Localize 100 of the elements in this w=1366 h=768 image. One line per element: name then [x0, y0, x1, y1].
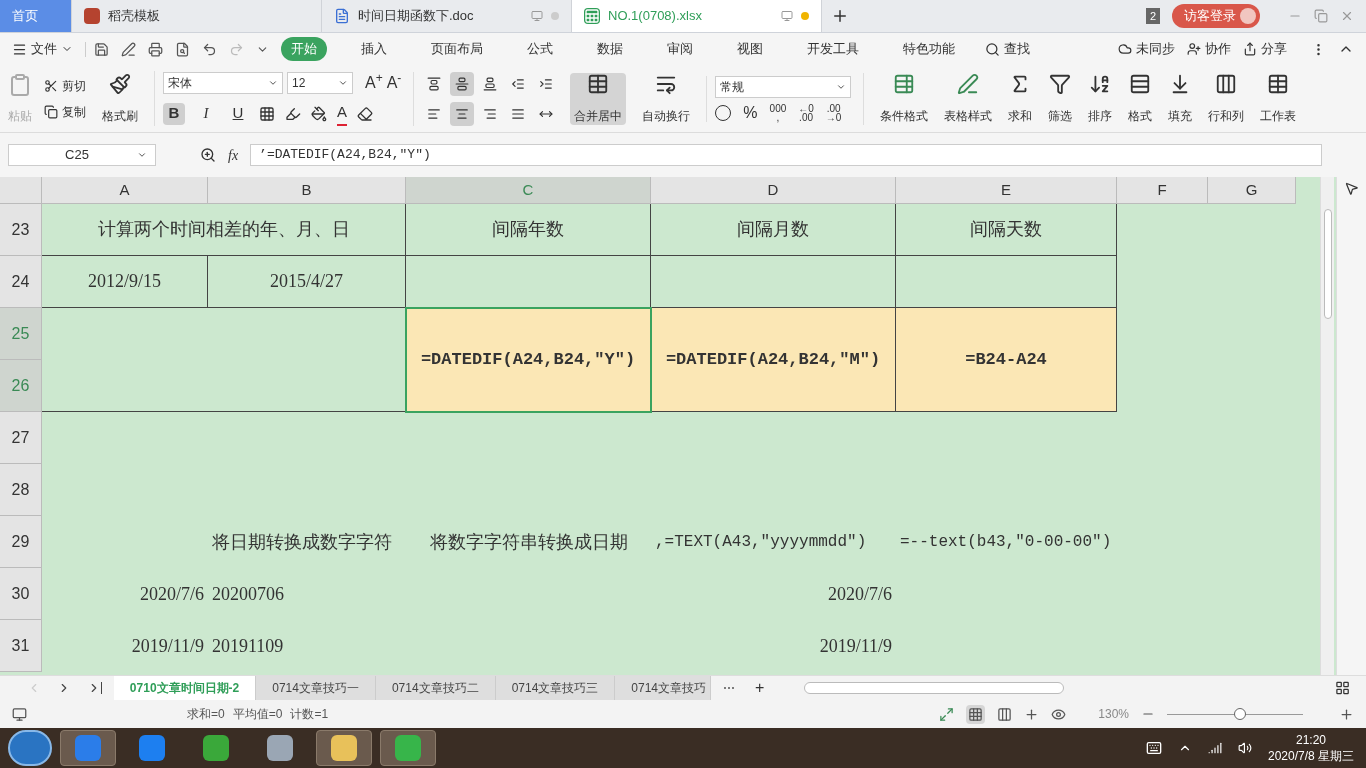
taskbar-app[interactable]: [380, 730, 436, 766]
zoom-slider[interactable]: [1167, 708, 1303, 720]
toolbar-button[interactable]: 未同步: [1118, 39, 1175, 59]
font-color-button[interactable]: A: [337, 101, 347, 126]
page-view-icon[interactable]: [997, 706, 1013, 722]
row-header[interactable]: 23: [0, 204, 42, 256]
ribbon-button[interactable]: 筛选: [1044, 72, 1077, 125]
sheet-tab[interactable]: 0714文章技巧三: [495, 676, 616, 700]
file-menu[interactable]: 文件: [12, 39, 73, 59]
ribbon-button[interactable]: 填充: [1164, 72, 1197, 125]
menu-tab[interactable]: 公式: [517, 37, 563, 61]
table-cell[interactable]: ,=TEXT(A43,"yyyymmdd"): [651, 516, 896, 568]
sheet-tab[interactable]: 0714文章技巧一: [256, 676, 376, 700]
column-header[interactable]: E: [896, 177, 1117, 204]
table-cell[interactable]: 2020/7/6: [651, 568, 896, 620]
cut-button[interactable]: 剪切: [44, 76, 86, 95]
zoom-in-icon[interactable]: [1339, 706, 1354, 722]
column-header[interactable]: D: [651, 177, 896, 204]
ribbon-button[interactable]: 排序: [1084, 72, 1117, 125]
align-button[interactable]: [450, 71, 475, 96]
format-button[interactable]: U: [227, 102, 249, 125]
name-box[interactable]: C25: [8, 144, 156, 166]
ribbon-button[interactable]: 条件格式: [876, 72, 933, 125]
speaker-icon[interactable]: [1237, 741, 1252, 755]
table-cell[interactable]: =--text(b43,"0-00-00"): [896, 516, 1117, 568]
table-cell[interactable]: 20200706: [208, 568, 406, 620]
column-header[interactable]: F: [1117, 177, 1208, 204]
table-cell[interactable]: 间隔月数: [651, 204, 896, 256]
formula-input[interactable]: ’=DATEDIF(A24,B24,"Y"): [250, 144, 1322, 166]
taskbar-app[interactable]: [316, 730, 372, 766]
borders-icon[interactable]: [259, 105, 275, 122]
row-header[interactable]: 28: [0, 464, 42, 516]
table-cell[interactable]: 2019/11/9: [651, 620, 896, 672]
zoom-icon[interactable]: [200, 147, 216, 163]
table-cell[interactable]: =B24-A24: [896, 308, 1117, 412]
table-cell[interactable]: 计算两个时间相差的年、月、日: [42, 204, 406, 256]
font-dropdown[interactable]: 宋体: [163, 72, 283, 95]
table-cell[interactable]: =DATEDIF(A24,B24,"Y"): [406, 308, 651, 412]
sheet-tab[interactable]: 0714文章技巧二: [375, 676, 496, 700]
format-button[interactable]: I: [195, 102, 217, 125]
ribbon-button[interactable]: 行和列: [1204, 72, 1249, 125]
print-icon[interactable]: [148, 41, 163, 57]
table-cell[interactable]: 间隔年数: [406, 204, 651, 256]
toolbar-button[interactable]: 协作: [1187, 39, 1231, 59]
style-icon[interactable]: [285, 105, 301, 122]
table-cell[interactable]: 2015/4/27: [208, 256, 406, 308]
search-button[interactable]: 查找: [985, 39, 1030, 59]
menu-tab[interactable]: 数据: [587, 37, 633, 61]
menu-tab[interactable]: 视图: [727, 37, 773, 61]
shrink-font-button[interactable]: A$^{-}$: [386, 71, 402, 96]
grid-icon[interactable]: [1334, 680, 1350, 696]
pointer-icon[interactable]: [1344, 181, 1359, 196]
login-button[interactable]: 访客登录: [1172, 4, 1260, 28]
column-header[interactable]: B: [208, 177, 406, 204]
row-header[interactable]: 29: [0, 516, 42, 568]
ribbon-button[interactable]: 求和: [1004, 72, 1037, 125]
row-header[interactable]: 24: [0, 256, 42, 308]
start-button[interactable]: [8, 730, 52, 766]
eraser-icon[interactable]: [357, 105, 373, 122]
ribbon-button[interactable]: 格式: [1124, 72, 1157, 125]
row-header[interactable]: 27: [0, 412, 42, 464]
number-button[interactable]: 000 ,: [769, 103, 787, 122]
normal-view-button[interactable]: [966, 704, 986, 724]
fill-color-icon[interactable]: [311, 105, 327, 122]
number-button[interactable]: ←0 .00: [798, 103, 814, 122]
number-button[interactable]: .00 →0: [825, 103, 842, 122]
table-cell[interactable]: 2012/9/15: [42, 256, 208, 308]
menu-tab[interactable]: 审阅: [657, 37, 703, 61]
sheet-tab[interactable]: 0714文章技巧: [615, 676, 712, 700]
preview-icon[interactable]: [175, 41, 190, 57]
ribbon-button[interactable]: 表格样式: [940, 72, 997, 125]
row-header[interactable]: 30: [0, 568, 42, 620]
table-cell[interactable]: 20191109: [208, 620, 406, 672]
scrollbar-thumb[interactable]: [804, 682, 1065, 694]
table-cell[interactable]: 将日期转换成数字字符: [208, 516, 406, 568]
ribbon-button[interactable]: 自动换行: [638, 72, 695, 125]
scrollbar-thumb[interactable]: [1323, 209, 1332, 319]
ribbon-button[interactable]: 工作表: [1256, 72, 1301, 125]
menu-tab[interactable]: 特色功能: [893, 37, 965, 61]
toolbar-button[interactable]: 分享: [1243, 39, 1287, 59]
number-format-dropdown[interactable]: 常规: [715, 75, 852, 98]
grow-font-button[interactable]: A$^{+}$: [365, 71, 383, 96]
table-cell[interactable]: 2019/11/9: [42, 620, 208, 672]
more-sheets-button[interactable]: ⋯: [711, 679, 748, 697]
eye-icon[interactable]: [1051, 706, 1067, 722]
number-button[interactable]: %: [743, 103, 758, 122]
table-cell[interactable]: =DATEDIF(A24,B24,"M"): [651, 308, 896, 412]
document-tab[interactable]: 稻壳模板: [72, 0, 322, 32]
ribbon-button[interactable]: 合并居中: [570, 72, 627, 125]
table-cell[interactable]: 将数字字符串转换成日期: [406, 516, 651, 568]
ribbon-button[interactable]: 格式刷: [98, 72, 142, 125]
slider-thumb[interactable]: [1234, 708, 1247, 720]
fullscreen-icon[interactable]: [939, 706, 955, 722]
menu-tab[interactable]: 插入: [351, 37, 397, 61]
size-dropdown[interactable]: 12: [287, 72, 353, 95]
keyboard-icon[interactable]: [1145, 740, 1162, 756]
add-sheet-button[interactable]: +: [747, 676, 773, 700]
align-button[interactable]: [450, 101, 475, 126]
signal-icon[interactable]: [1207, 741, 1222, 755]
document-tab[interactable]: NO.1(0708).xlsx: [572, 0, 822, 32]
